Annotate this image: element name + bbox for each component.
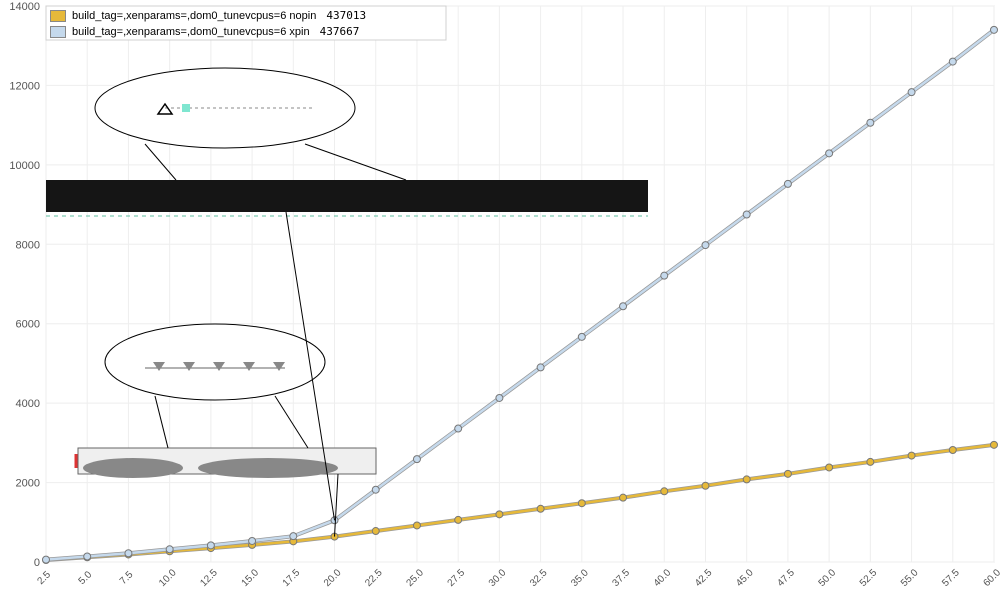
x-tick-label: 15.0 <box>240 567 262 589</box>
x-tick-label: 30.0 <box>487 567 509 589</box>
data-point <box>537 364 544 371</box>
legend-id: 437013 <box>326 8 366 24</box>
y-tick-label: 14000 <box>9 1 40 13</box>
data-point <box>207 542 214 549</box>
x-tick-label: 37.5 <box>611 567 633 589</box>
x-tick-label: 42.5 <box>693 567 715 589</box>
y-tick-label: 2000 <box>16 478 40 490</box>
x-tick-label: 47.5 <box>775 567 797 589</box>
lozenge-icon <box>83 458 183 478</box>
inset-band <box>46 180 648 212</box>
data-point <box>702 482 709 489</box>
data-point <box>949 58 956 65</box>
data-point <box>413 456 420 463</box>
data-point <box>496 394 503 401</box>
data-point <box>702 242 709 249</box>
x-tick-label: 20.0 <box>322 567 344 589</box>
y-tick-label: 0 <box>34 557 40 569</box>
data-point <box>908 89 915 96</box>
data-point <box>249 537 256 544</box>
data-point <box>991 441 998 448</box>
x-tick-label: 32.5 <box>528 567 550 589</box>
data-point <box>413 522 420 529</box>
x-tick-label: 35.0 <box>569 567 591 589</box>
x-tick-label: 22.5 <box>363 567 385 589</box>
data-point <box>991 26 998 33</box>
data-point <box>43 556 50 563</box>
legend-label: build_tag=,xenparams=,dom0_tunevcpus=6 x… <box>72 24 310 40</box>
x-tick-label: 25.0 <box>404 567 426 589</box>
data-point <box>620 303 627 310</box>
legend-label: build_tag=,xenparams=,dom0_tunevcpus=6 n… <box>72 8 316 24</box>
x-tick-label: 60.0 <box>981 567 1000 589</box>
data-point <box>867 119 874 126</box>
legend-swatch <box>50 10 66 22</box>
square-icon <box>182 104 190 112</box>
data-point <box>84 553 91 560</box>
data-point <box>290 533 297 540</box>
data-point <box>867 458 874 465</box>
data-point <box>784 470 791 477</box>
y-tick-label: 6000 <box>16 319 40 331</box>
x-tick-label: 45.0 <box>734 567 756 589</box>
x-tick-label: 12.5 <box>198 567 220 589</box>
data-point <box>743 476 750 483</box>
data-point <box>372 528 379 535</box>
data-point <box>455 516 462 523</box>
data-point <box>661 272 668 279</box>
data-point <box>826 464 833 471</box>
y-tick-label: 8000 <box>16 239 40 251</box>
y-tick-label: 4000 <box>16 398 40 410</box>
legend-item: build_tag=,xenparams=,dom0_tunevcpus=6 n… <box>50 8 366 24</box>
lozenge-icon <box>198 458 338 478</box>
data-point <box>496 511 503 518</box>
data-point <box>908 452 915 459</box>
x-tick-label: 7.5 <box>118 569 136 587</box>
x-tick-label: 40.0 <box>652 567 674 589</box>
x-tick-label: 52.5 <box>858 567 880 589</box>
data-point <box>166 546 173 553</box>
legend-id: 437667 <box>320 24 360 40</box>
x-tick-label: 5.0 <box>77 569 95 587</box>
data-point <box>826 150 833 157</box>
data-point <box>125 550 132 557</box>
data-point <box>578 500 585 507</box>
y-tick-label: 10000 <box>9 160 40 172</box>
x-tick-label: 57.5 <box>940 567 962 589</box>
x-tick-label: 17.5 <box>281 567 303 589</box>
x-tick-label: 2.5 <box>35 569 53 587</box>
x-tick-label: 27.5 <box>446 567 468 589</box>
legend-swatch <box>50 26 66 38</box>
x-tick-label: 10.0 <box>157 567 179 589</box>
data-point <box>578 333 585 340</box>
data-point <box>620 494 627 501</box>
legend: build_tag=,xenparams=,dom0_tunevcpus=6 n… <box>50 8 366 40</box>
data-point <box>537 505 544 512</box>
data-point <box>949 447 956 454</box>
data-point <box>784 180 791 187</box>
legend-item: build_tag=,xenparams=,dom0_tunevcpus=6 x… <box>50 24 366 40</box>
data-point <box>455 425 462 432</box>
y-tick-label: 12000 <box>9 80 40 92</box>
data-point <box>661 488 668 495</box>
x-tick-label: 50.0 <box>817 567 839 589</box>
line-chart: 0 2000 4000 6000 8000 10000 12000 14000 2.5 5.0 7.… <box>0 0 1000 600</box>
data-point <box>743 211 750 218</box>
x-tick-label: 55.0 <box>899 567 921 589</box>
data-point <box>372 486 379 493</box>
